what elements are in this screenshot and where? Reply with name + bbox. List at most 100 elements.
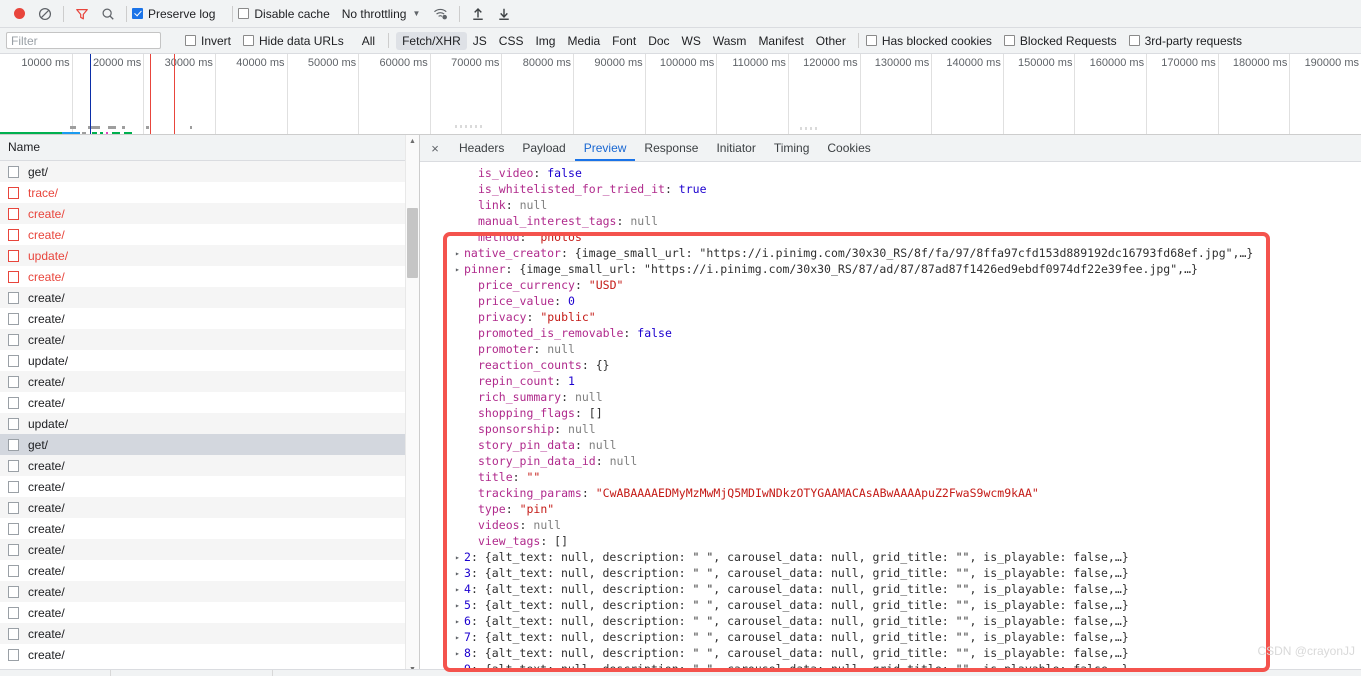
request-row[interactable]: create/ [0,539,419,560]
preview-property-line[interactable]: is_video: false [420,165,1361,181]
chevron-right-icon[interactable]: ▸ [455,582,464,597]
request-row[interactable]: create/ [0,476,419,497]
third-party-requests-checkbox[interactable]: 3rd-party requests [1128,34,1242,48]
preview-property-line[interactable]: title: "" [420,469,1361,485]
network-conditions-icon[interactable] [428,1,454,27]
tab-cookies[interactable]: Cookies [818,135,879,161]
chevron-right-icon[interactable]: ▸ [455,598,464,613]
search-icon[interactable] [95,1,121,27]
preview-property-line[interactable]: ▸ pinner: {image_small_url: "https://i.pi… [420,261,1361,277]
request-row[interactable]: create/ [0,497,419,518]
tab-initiator[interactable]: Initiator [707,135,764,161]
filter-type-wasm[interactable]: Wasm [707,32,753,50]
request-row[interactable]: create/ [0,581,419,602]
chevron-right-icon[interactable]: ▸ [455,262,464,277]
filter-type-js[interactable]: JS [467,32,493,50]
preview-array-item[interactable]: ▸ 6: {alt_text: null, description: " ", c… [420,613,1361,629]
filter-type-img[interactable]: Img [529,32,561,50]
preview-property-line[interactable]: tracking_params: "CwABAAAAEDMyMzMwMjQ5MD… [420,485,1361,501]
request-row[interactable]: trace/ [0,182,419,203]
preview-property-line[interactable]: shopping_flags: [] [420,405,1361,421]
filter-input[interactable]: Filter [6,32,161,49]
preview-array-item[interactable]: ▸ 5: {alt_text: null, description: " ", c… [420,597,1361,613]
request-row[interactable]: update/ [0,245,419,266]
preview-array-item[interactable]: ▸ 2: {alt_text: null, description: " ", c… [420,549,1361,565]
request-row[interactable]: create/ [0,644,419,665]
preview-property-line[interactable]: is_whitelisted_for_tried_it: true [420,181,1361,197]
preview-json-viewer[interactable]: is_video: false is_whitelisted_for_tried_… [420,162,1361,676]
filter-type-doc[interactable]: Doc [642,32,675,50]
tab-timing[interactable]: Timing [765,135,819,161]
preview-property-line[interactable]: story_pin_data_id: null [420,453,1361,469]
filter-type-all[interactable]: All [356,32,381,50]
chevron-right-icon[interactable]: ▸ [455,550,464,565]
preview-property-line[interactable]: repin_count: 1 [420,373,1361,389]
filter-type-manifest[interactable]: Manifest [752,32,809,50]
preview-property-line[interactable]: ▸ native_creator: {image_small_url: "http… [420,245,1361,261]
chevron-right-icon[interactable]: ▸ [455,646,464,661]
request-row[interactable]: create/ [0,518,419,539]
blocked-requests-checkbox[interactable]: Blocked Requests [1003,34,1117,48]
request-row[interactable]: create/ [0,371,419,392]
preview-property-line[interactable]: story_pin_data: null [420,437,1361,453]
request-list-scrollbar[interactable]: ▲ ▼ [405,135,419,676]
throttling-select[interactable]: No throttling [342,7,407,21]
filter-type-media[interactable]: Media [561,32,606,50]
preview-property-line[interactable]: videos: null [420,517,1361,533]
tab-payload[interactable]: Payload [513,135,574,161]
disable-cache-checkbox[interactable]: Disable cache [238,7,330,21]
preview-property-line[interactable]: sponsorship: null [420,421,1361,437]
filter-type-ws[interactable]: WS [676,32,707,50]
preview-array-item[interactable]: ▸ 7: {alt_text: null, description: " ", c… [420,629,1361,645]
request-row[interactable]: create/ [0,623,419,644]
preview-property-line[interactable]: type: "pin" [420,501,1361,517]
record-icon[interactable] [6,1,32,27]
preview-property-line[interactable]: link: null [420,197,1361,213]
preview-property-line[interactable]: method: "photos" [420,229,1361,245]
tab-response[interactable]: Response [635,135,707,161]
request-row[interactable]: create/ [0,455,419,476]
clear-icon[interactable] [32,1,58,27]
chevron-right-icon[interactable]: ▸ [455,246,464,261]
tab-preview[interactable]: Preview [574,135,636,161]
preview-property-line[interactable]: manual_interest_tags: null [420,213,1361,229]
filter-type-fetch-xhr[interactable]: Fetch/XHR [396,31,467,50]
preview-property-line[interactable]: price_value: 0 [420,293,1361,309]
chevron-right-icon[interactable]: ▸ [455,614,464,629]
request-row[interactable]: create/ [0,392,419,413]
close-icon[interactable]: × [424,137,446,159]
preview-property-line[interactable]: price_currency: "USD" [420,277,1361,293]
request-row[interactable]: create/ [0,560,419,581]
request-row[interactable]: get/ [0,161,419,182]
hide-data-urls-checkbox[interactable]: Hide data URLs [243,34,344,48]
request-row[interactable]: create/ [0,266,419,287]
request-row[interactable]: create/ [0,287,419,308]
filter-type-font[interactable]: Font [606,32,642,50]
request-row[interactable]: update/ [0,350,419,371]
tab-headers[interactable]: Headers [450,135,513,161]
chevron-down-icon[interactable]: ▼ [412,9,420,18]
request-row[interactable]: create/ [0,329,419,350]
preserve-log-checkbox[interactable]: Preserve log [132,7,215,21]
preview-property-line[interactable]: view_tags: [] [420,533,1361,549]
request-list[interactable]: get/trace/create/create/update/create/cr… [0,161,419,676]
has-blocked-cookies-checkbox[interactable]: Has blocked cookies [865,34,992,48]
scroll-up-icon[interactable]: ▲ [406,135,419,148]
chevron-right-icon[interactable]: ▸ [455,630,464,645]
invert-checkbox[interactable]: Invert [185,34,231,48]
filter-type-css[interactable]: CSS [493,32,530,50]
request-list-header[interactable]: Name [0,135,419,161]
scrollbar-thumb[interactable] [407,208,418,278]
preview-array-item[interactable]: ▸ 8: {alt_text: null, description: " ", c… [420,645,1361,661]
preview-array-item[interactable]: ▸ 3: {alt_text: null, description: " ", c… [420,565,1361,581]
request-row[interactable]: create/ [0,203,419,224]
network-overview-timeline[interactable]: 10000 ms 20000 ms 30000 ms 40000 ms 50000 ms… [0,54,1361,135]
request-row[interactable]: update/ [0,413,419,434]
filter-icon[interactable] [69,1,95,27]
request-row[interactable]: get/ [0,434,419,455]
preview-array-item[interactable]: ▸ 4: {alt_text: null, description: " ", c… [420,581,1361,597]
request-row[interactable]: create/ [0,602,419,623]
preview-property-line[interactable]: promoted_is_removable: false [420,325,1361,341]
chevron-right-icon[interactable]: ▸ [455,566,464,581]
preview-property-line[interactable]: promoter: null [420,341,1361,357]
